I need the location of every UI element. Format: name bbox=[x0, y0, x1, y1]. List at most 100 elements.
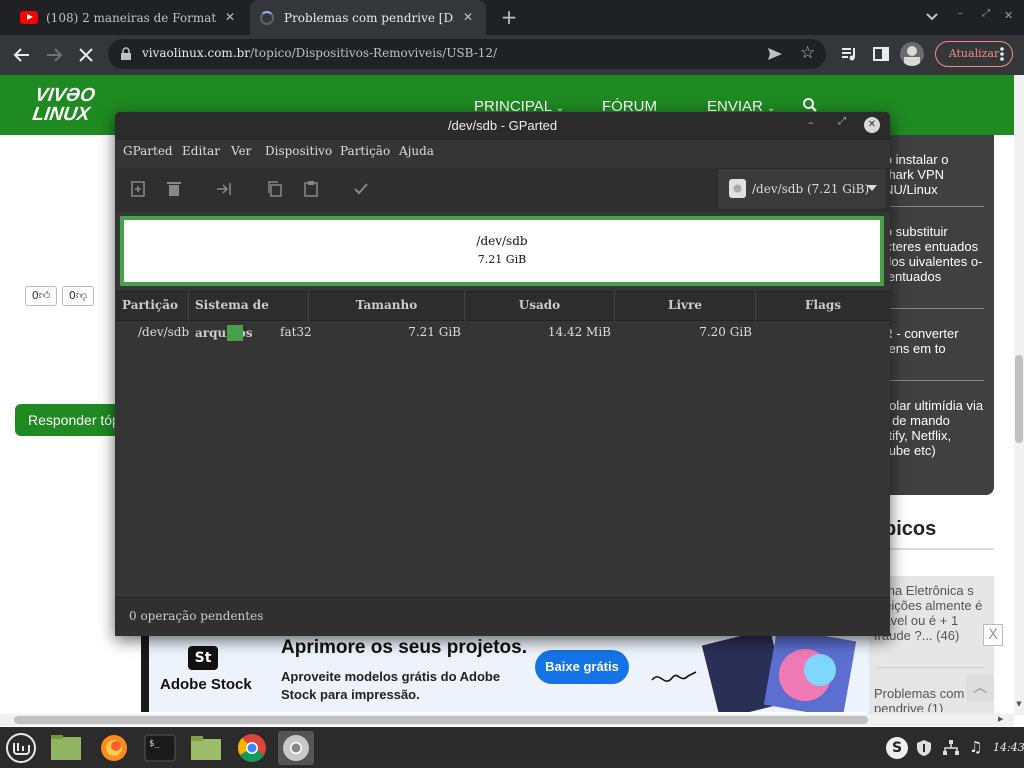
stop-loading-icon[interactable] bbox=[76, 45, 96, 65]
restore-window-icon[interactable]: ⤢ bbox=[982, 8, 994, 24]
delete-partition-icon[interactable] bbox=[165, 180, 183, 198]
scroll-down-arrow-icon[interactable]: ▼ bbox=[1014, 700, 1024, 710]
tab-title: Problemas com pendrive [Disposit bbox=[284, 10, 454, 25]
vertical-scroll-thumb[interactable] bbox=[1015, 355, 1023, 443]
search-icon[interactable] bbox=[802, 97, 818, 113]
related-article-link[interactable]: mo substituir racteres entuados pelos ui… bbox=[874, 224, 986, 284]
topics-heading: picos bbox=[884, 518, 937, 540]
divider bbox=[876, 380, 984, 381]
gparted-minimize-icon[interactable]: – bbox=[808, 116, 814, 129]
col-usado[interactable]: Usado bbox=[465, 291, 615, 321]
back-to-top-button[interactable]: ︿ bbox=[966, 674, 994, 702]
related-article-link[interactable]: mo instalar o rfshark VPN GNU/Linux bbox=[874, 152, 986, 197]
chrome-active-icon[interactable] bbox=[278, 731, 314, 765]
paste-icon[interactable] bbox=[302, 180, 320, 198]
apply-icon[interactable] bbox=[352, 180, 370, 198]
like-button[interactable]: 0👍︎ bbox=[25, 286, 57, 306]
firefox-icon[interactable] bbox=[96, 731, 132, 765]
copy-icon[interactable] bbox=[266, 180, 284, 198]
topic-link[interactable]: Urna Eletrônica s eleições almente é ifi… bbox=[874, 583, 986, 643]
cell-partition: /dev/sdb bbox=[138, 325, 190, 339]
folder-icon[interactable] bbox=[188, 731, 224, 765]
ad-headline: Aprimore os seus projetos. bbox=[281, 637, 528, 658]
new-tab-button[interactable]: + bbox=[498, 5, 520, 29]
close-window-icon[interactable]: ✕ bbox=[1004, 9, 1016, 23]
divider bbox=[876, 667, 984, 668]
horizontal-scroll-thumb[interactable] bbox=[14, 716, 868, 724]
clock[interactable]: 14:43 bbox=[993, 741, 1024, 754]
ad-cta-button[interactable]: Baixe grátis bbox=[535, 650, 629, 684]
ad-artwork bbox=[700, 630, 868, 712]
cell-size: 7.21 GiB bbox=[408, 325, 461, 339]
menu-gparted[interactable]: GParted bbox=[123, 144, 173, 158]
tab-search-icon[interactable] bbox=[924, 8, 940, 24]
tab-forum[interactable]: Problemas com pendrive [Disposit ✕ bbox=[250, 0, 486, 35]
thumbs-up-icon: 👍︎ bbox=[38, 289, 51, 302]
device-selector-label: /dev/sdb (7.21 GiB) bbox=[752, 182, 870, 196]
menu-particao[interactable]: Partição bbox=[340, 144, 390, 158]
lock-icon[interactable] bbox=[120, 47, 132, 61]
adobe-stock-logo: St bbox=[188, 646, 218, 670]
minimize-window-icon[interactable]: – bbox=[958, 8, 970, 24]
logo-line-1: VIVƏO bbox=[33, 85, 97, 106]
col-tamanho[interactable]: Tamanho bbox=[309, 291, 465, 321]
gparted-title[interactable]: /dev/sdb - GParted bbox=[115, 112, 890, 140]
dislike-button[interactable]: 0👎︎ bbox=[62, 286, 94, 306]
cell-free: 7.20 GiB bbox=[699, 325, 752, 339]
profile-avatar[interactable] bbox=[900, 42, 924, 66]
side-panel-icon[interactable] bbox=[872, 45, 890, 63]
ad-left-bar bbox=[141, 632, 149, 712]
bookmark-star-icon[interactable]: ☆ bbox=[800, 44, 818, 62]
chrome-icon[interactable] bbox=[234, 731, 270, 765]
close-tab-icon[interactable]: ✕ bbox=[222, 9, 238, 25]
filesystem-color-swatch bbox=[227, 325, 243, 341]
shield-icon[interactable] bbox=[915, 739, 933, 757]
terminal-icon[interactable]: $_ bbox=[142, 731, 178, 765]
mint-menu-icon[interactable] bbox=[5, 732, 37, 764]
col-sistema-arquivos[interactable]: Sistema de arquivos bbox=[189, 291, 309, 340]
col-flags[interactable]: Flags bbox=[756, 291, 890, 321]
disk-map-name: /dev/sdb bbox=[476, 234, 528, 248]
dislike-count: 0 bbox=[68, 289, 76, 302]
disk-map-size: 7.21 GiB bbox=[477, 253, 527, 266]
pending-operations: 0 operação pendentes bbox=[129, 609, 264, 623]
skype-icon[interactable]: S bbox=[886, 737, 908, 759]
tab-title: (108) 2 maneiras de Formatar Pen bbox=[46, 10, 216, 25]
related-article-link[interactable]: ntrolar ultimídia via ha de mando potify… bbox=[874, 398, 986, 458]
gparted-maximize-icon[interactable]: ⤢ bbox=[838, 116, 846, 127]
url-host: vivaolinux.com.br bbox=[142, 46, 251, 60]
like-count: 0 bbox=[31, 289, 39, 302]
related-article-link[interactable]: CR - converter agens em to bbox=[874, 326, 986, 356]
kebab-menu-icon[interactable] bbox=[1000, 46, 1004, 62]
youtube-icon bbox=[20, 11, 38, 24]
back-arrow-icon[interactable] bbox=[12, 45, 32, 65]
col-particao[interactable]: Partição bbox=[116, 291, 189, 321]
forward-arrow-icon[interactable] bbox=[44, 45, 64, 65]
menu-editar[interactable]: Editar bbox=[182, 144, 220, 158]
ad-brand: Adobe Stock bbox=[160, 676, 252, 693]
send-icon[interactable] bbox=[766, 45, 784, 63]
sound-icon[interactable]: ♫ bbox=[969, 738, 985, 756]
menu-ajuda[interactable]: Ajuda bbox=[399, 144, 434, 158]
media-control-icon[interactable] bbox=[840, 45, 858, 63]
network-icon[interactable] bbox=[942, 739, 960, 757]
cell-used: 14.42 MiB bbox=[547, 325, 611, 339]
menu-dispositivo[interactable]: Dispositivo bbox=[265, 144, 332, 158]
tab-youtube[interactable]: (108) 2 maneiras de Formatar Pen ✕ bbox=[12, 0, 248, 35]
close-tab-icon[interactable]: ✕ bbox=[460, 9, 476, 25]
cell-filesystem: fat32 bbox=[280, 325, 312, 339]
scroll-right-arrow-icon[interactable]: ▶ bbox=[998, 715, 1008, 725]
gparted-close-icon[interactable]: ✕ bbox=[864, 117, 880, 133]
url-text[interactable]: vivaolinux.com.br/topico/Dispositivos-Re… bbox=[142, 46, 497, 60]
files-taskbar-icon[interactable] bbox=[48, 731, 84, 765]
resize-move-icon[interactable] bbox=[215, 180, 233, 198]
ad-close-button[interactable]: X bbox=[983, 624, 1003, 646]
ad-squiggle-icon bbox=[650, 660, 700, 690]
dropdown-arrow-icon[interactable] bbox=[867, 184, 877, 192]
new-partition-icon[interactable] bbox=[129, 180, 147, 198]
disk-map-partition[interactable] bbox=[124, 220, 880, 282]
site-logo[interactable]: VIVƏO LINUX bbox=[31, 85, 97, 125]
col-livre[interactable]: Livre bbox=[615, 291, 756, 321]
menu-ver[interactable]: Ver bbox=[231, 144, 251, 158]
divider bbox=[876, 206, 984, 207]
